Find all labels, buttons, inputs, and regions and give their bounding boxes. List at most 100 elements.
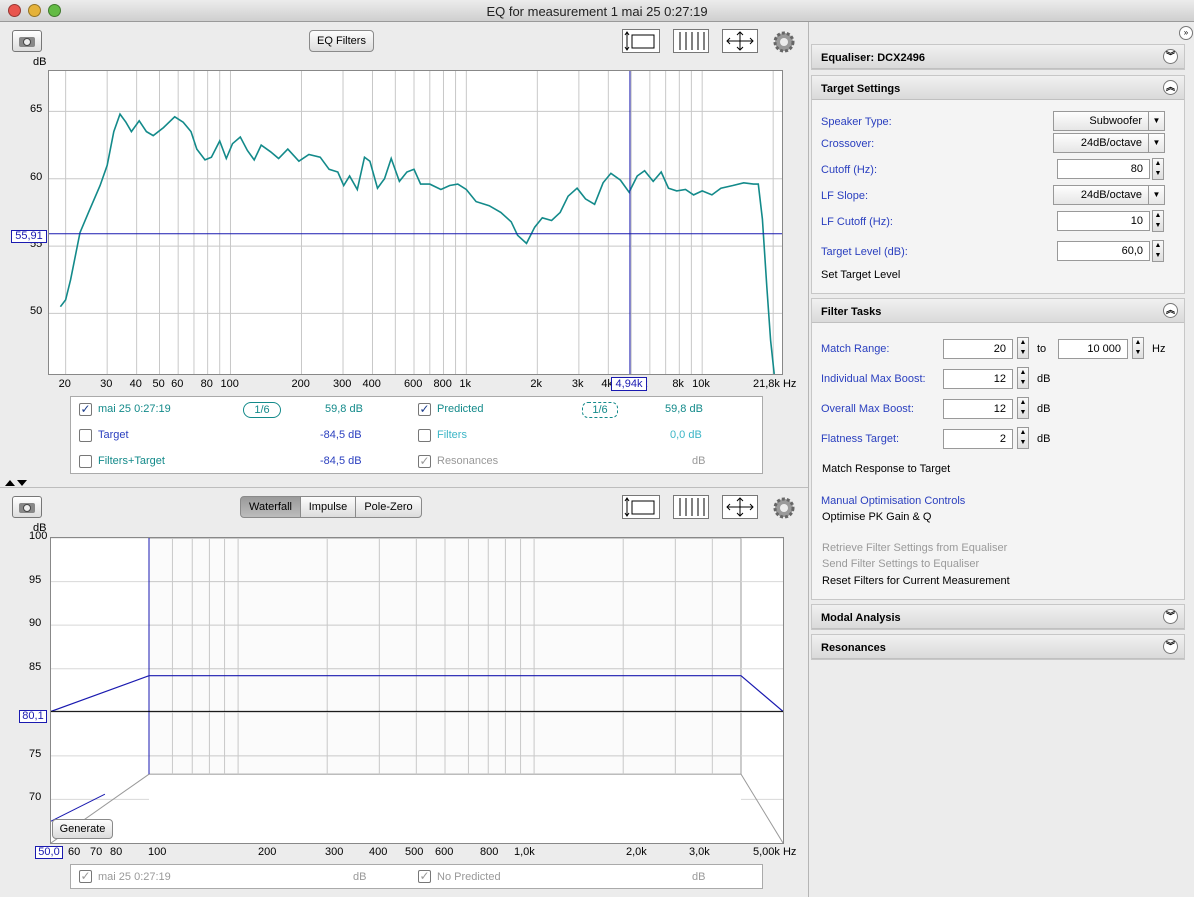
match-range-to-label: to (1037, 343, 1047, 355)
lf-slope-select[interactable]: 24dB/octave ▼ (1053, 185, 1165, 205)
target-level-field[interactable]: 60,0 (1057, 241, 1150, 261)
camera-icon[interactable] (12, 496, 42, 518)
match-range-to-stepper[interactable]: ▲ ▼ (1132, 337, 1144, 359)
match-range-to-field[interactable]: 10 000 (1058, 339, 1128, 359)
tab-pole-zero[interactable]: Pole-Zero (355, 496, 422, 518)
top-x-tick: 3k (571, 378, 584, 390)
top-x-tick: 20 (58, 378, 71, 390)
expand-chevron-icon[interactable]: ︾ (1163, 639, 1178, 654)
top-graph-toolbar: EQ Filters (0, 22, 808, 62)
filters-checkbox[interactable] (418, 429, 431, 442)
waterfall-cursor-x-readout: 50,0 (35, 846, 63, 859)
fit-vertical-icon[interactable] (622, 29, 660, 53)
overall-max-boost-field[interactable]: 12 (943, 399, 1013, 419)
individual-max-boost-label: Individual Max Boost: (821, 373, 926, 385)
pan-arrows-icon[interactable] (722, 29, 758, 53)
pan-arrows-icon[interactable] (722, 495, 758, 519)
match-range-from-stepper[interactable]: ▲ ▼ (1017, 337, 1029, 359)
target-settings-header[interactable]: Target Settings ︽ (812, 76, 1184, 100)
lf-cutoff-label: LF Cutoff (Hz): (821, 216, 893, 228)
equaliser-panel: Equaliser: DCX2496 ︾ (811, 44, 1185, 70)
collapse-sidebar-icon[interactable]: » (1179, 26, 1193, 40)
waterfall-y-tick: 90 (29, 617, 42, 630)
measurement-checkbox[interactable]: ✓ (79, 403, 92, 416)
top-x-tick: 600 (404, 378, 423, 390)
gear-icon[interactable] (772, 496, 796, 520)
top-x-tick: 2k (530, 378, 542, 390)
cutoff-field[interactable]: 80 (1057, 159, 1150, 179)
modal-analysis-header[interactable]: Modal Analysis ︾ (812, 605, 1184, 629)
resonances-checkbox[interactable]: ✓ (418, 455, 431, 468)
reset-filters-link[interactable]: Reset Filters for Current Measurement (822, 575, 1010, 587)
manual-controls-link[interactable]: Manual Optimisation Controls (821, 495, 965, 507)
waterfall-x-tick: 300 (325, 846, 344, 858)
generate-button[interactable]: Generate (52, 819, 113, 839)
individual-max-boost-unit: dB (1037, 373, 1051, 385)
retrieve-settings-link[interactable]: Retrieve Filter Settings from Equaliser (822, 542, 1007, 554)
top-x-tick: 21,8k Hz (753, 378, 797, 390)
resonances-header[interactable]: Resonances ︾ (812, 635, 1184, 659)
collapse-chevron-icon[interactable]: ︽ (1163, 303, 1178, 318)
waterfall-cursor-y-readout: 80,1 (19, 710, 47, 723)
splitter-arrows-icon[interactable] (5, 478, 29, 486)
cutoff-stepper[interactable]: ▲ ▼ (1152, 158, 1164, 180)
waterfall-y-tick: 100 (29, 530, 48, 542)
target-settings-title: Target Settings (821, 83, 901, 95)
grid-lines-icon[interactable] (673, 495, 709, 519)
equaliser-header[interactable]: Equaliser: DCX2496 ︾ (812, 45, 1184, 69)
waterfall-measurement-value: dB (353, 871, 367, 883)
predicted-checkbox[interactable]: ✓ (418, 403, 431, 416)
no-predicted-label: No Predicted (437, 871, 501, 883)
tab-waterfall[interactable]: Waterfall (240, 496, 301, 518)
lf-cutoff-field[interactable]: 10 (1057, 211, 1150, 231)
individual-max-boost-field[interactable]: 12 (943, 369, 1013, 389)
match-response-link[interactable]: Match Response to Target (822, 463, 950, 475)
eq-filters-button[interactable]: EQ Filters (309, 30, 374, 52)
waterfall-x-tick: 400 (369, 846, 388, 858)
fit-vertical-icon[interactable] (622, 495, 660, 519)
flatness-target-field[interactable]: 2 (943, 429, 1013, 449)
waterfall-x-tick: 60 (68, 846, 81, 858)
optimise-pk-link[interactable]: Optimise PK Gain & Q (822, 511, 931, 523)
filter-tasks-header[interactable]: Filter Tasks ︽ (812, 299, 1184, 323)
set-target-level-link[interactable]: Set Target Level (821, 269, 900, 281)
overall-max-boost-label: Overall Max Boost: (821, 403, 914, 415)
top-frequency-plot[interactable] (48, 70, 783, 375)
crossover-label: Crossover: (821, 138, 875, 150)
lf-cutoff-stepper[interactable]: ▲ ▼ (1152, 210, 1164, 232)
individual-max-boost-stepper[interactable]: ▲ ▼ (1017, 367, 1029, 389)
frequency-response-chart (49, 71, 782, 375)
camera-icon[interactable] (12, 30, 42, 52)
waterfall-plot[interactable] (50, 537, 784, 844)
filters-target-label: Filters+Target (98, 455, 165, 467)
top-x-tick: 300 (333, 378, 352, 390)
collapse-chevron-icon[interactable]: ︽ (1163, 80, 1178, 95)
target-checkbox[interactable] (79, 429, 92, 442)
tab-impulse[interactable]: Impulse (300, 496, 356, 518)
waterfall-x-tick: 70 (90, 846, 103, 858)
grid-lines-icon[interactable] (673, 29, 709, 53)
waterfall-measurement-label: mai 25 0:27:19 (98, 871, 171, 883)
lf-slope-value: 24dB/octave (1080, 189, 1142, 201)
top-x-tick: 60 (171, 378, 184, 390)
overall-max-boost-stepper[interactable]: ▲ ▼ (1017, 397, 1029, 419)
gear-icon[interactable] (772, 30, 796, 54)
speaker-type-select[interactable]: Subwoofer ▼ (1053, 111, 1165, 131)
crossover-select[interactable]: 24dB/octave ▼ (1053, 133, 1165, 153)
predicted-smoothing[interactable]: 1/6 (582, 402, 618, 418)
expand-chevron-icon[interactable]: ︾ (1163, 609, 1178, 624)
waterfall-measurement-checkbox[interactable]: ✓ (79, 870, 92, 883)
pane-splitter[interactable] (0, 487, 808, 488)
expand-chevron-icon[interactable]: ︾ (1163, 49, 1178, 64)
target-level-label: Target Level (dB): (821, 246, 908, 258)
flatness-target-stepper[interactable]: ▲ ▼ (1017, 427, 1029, 449)
filters-target-checkbox[interactable] (79, 455, 92, 468)
target-level-stepper[interactable]: ▲ ▼ (1152, 240, 1164, 262)
match-range-from-field[interactable]: 20 (943, 339, 1013, 359)
waterfall-cursor-y-value: 80,1 (22, 710, 44, 722)
top-x-tick: 80 (200, 378, 213, 390)
resonances-label: Resonances (437, 455, 499, 467)
measurement-smoothing[interactable]: 1/6 (243, 402, 281, 418)
send-settings-link[interactable]: Send Filter Settings to Equaliser (822, 558, 979, 570)
no-predicted-checkbox[interactable]: ✓ (418, 870, 431, 883)
